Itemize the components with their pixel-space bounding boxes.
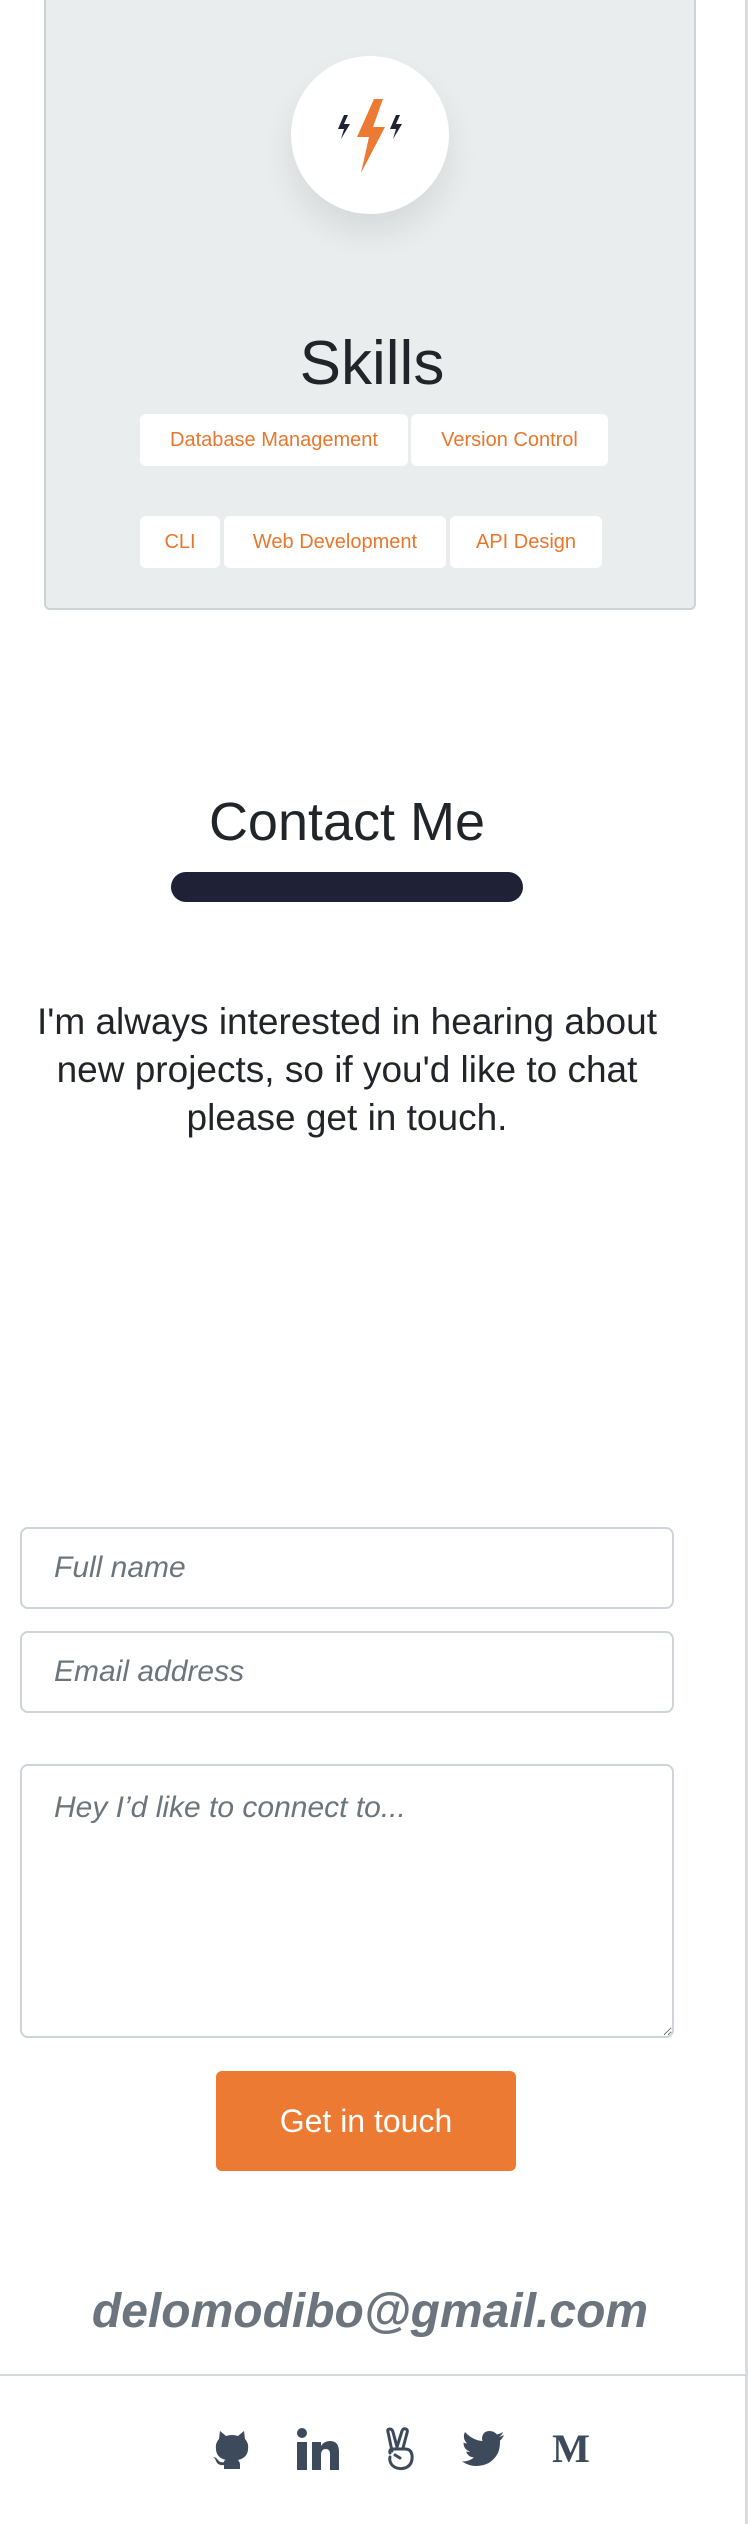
email-input[interactable]: [20, 1631, 674, 1713]
skills-card: Skills Database Management Version Contr…: [44, 0, 696, 610]
contact-title: Contact Me: [208, 792, 486, 852]
social-links: M: [0, 2424, 748, 2474]
skill-chip: Web Development: [224, 516, 446, 568]
twitter-icon: [462, 2431, 504, 2466]
skills-title: Skills: [299, 329, 445, 398]
contact-title-underline: [171, 872, 523, 902]
full-name-input[interactable]: [20, 1527, 674, 1609]
github-link[interactable]: [207, 2424, 257, 2474]
skill-chip: Database Management: [140, 414, 408, 466]
linkedin-icon: [297, 2428, 339, 2470]
angellist-icon: [386, 2427, 414, 2471]
footer-divider: [0, 2374, 748, 2376]
contact-intro-text: I'm always interested in hearing about n…: [37, 1001, 657, 1138]
skill-chip: API Design: [450, 516, 602, 568]
angellist-link[interactable]: [375, 2424, 425, 2474]
github-icon: [213, 2431, 249, 2469]
get-in-touch-button[interactable]: Get in touch: [216, 2071, 516, 2171]
skill-chip: CLI: [140, 516, 220, 568]
skill-chip: Version Control: [411, 414, 608, 466]
medium-icon: M: [552, 2426, 590, 2471]
linkedin-link[interactable]: [293, 2424, 343, 2474]
lightning-bolt-icon: [338, 99, 402, 173]
contact-email[interactable]: delomodibo@gmail.com: [0, 2280, 740, 2344]
twitter-link[interactable]: [458, 2424, 508, 2474]
skills-icon-badge: [291, 56, 449, 214]
message-textarea[interactable]: [20, 1764, 674, 2038]
medium-link[interactable]: M: [546, 2424, 596, 2474]
